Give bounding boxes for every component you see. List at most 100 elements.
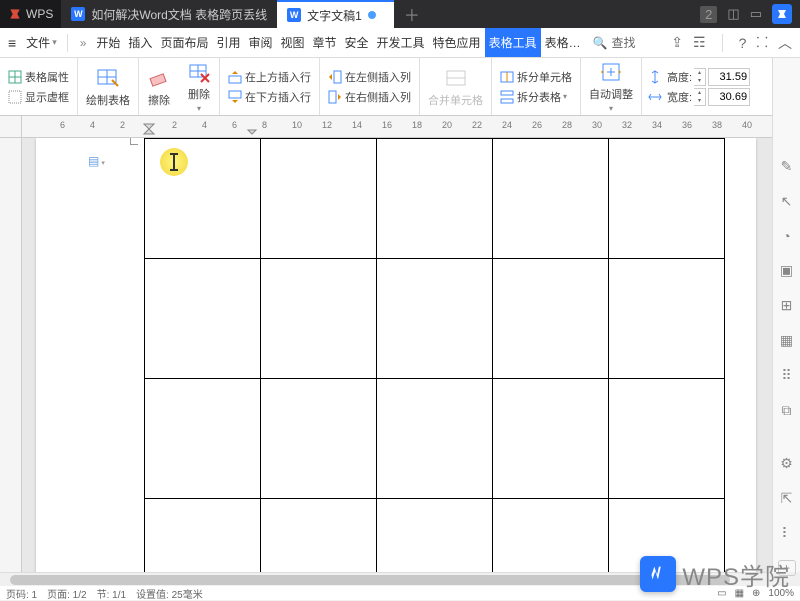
width-input[interactable] xyxy=(708,88,750,106)
share-icon[interactable]: ⇪ xyxy=(671,34,683,51)
table-cell[interactable] xyxy=(377,499,493,573)
spin-down-icon[interactable]: ▾ xyxy=(694,97,705,105)
document-table[interactable] xyxy=(144,138,725,572)
hamburger-icon[interactable]: ≡ xyxy=(0,35,22,51)
table-cell[interactable] xyxy=(377,379,493,499)
export-icon[interactable]: ⇱ xyxy=(778,490,796,507)
search-box[interactable]: 🔍 查找 xyxy=(593,34,636,51)
clipboard-tool-icon[interactable]: ▣ xyxy=(778,262,796,279)
tab-insert[interactable]: 插入 xyxy=(124,28,156,57)
label: 自动调整 xyxy=(589,86,633,102)
table-cell[interactable] xyxy=(377,139,493,259)
spin-up-icon[interactable]: ▴ xyxy=(694,69,705,77)
table-cell[interactable] xyxy=(493,139,609,259)
table-row[interactable] xyxy=(145,499,725,573)
link-tool-icon[interactable]: ⧉ xyxy=(778,402,796,419)
table-cell[interactable] xyxy=(261,379,377,499)
table-row[interactable] xyxy=(145,139,725,259)
horizontal-ruler[interactable]: 6 4 2 2 4 6 8 10 12 14 16 18 20 22 24 26… xyxy=(0,116,800,138)
wps-app-logo[interactable]: WPS xyxy=(0,0,61,28)
insert-row-below-button[interactable]: 在下方插入行 xyxy=(226,88,313,106)
table-properties-button[interactable]: 表格属性 xyxy=(6,68,71,86)
table-cell[interactable] xyxy=(261,499,377,573)
delete-button[interactable]: 删除▾ xyxy=(179,58,220,115)
indent-marker-icon[interactable] xyxy=(143,116,155,138)
status-pagenum[interactable]: 页面: 1/2 xyxy=(47,586,86,601)
tab-section[interactable]: 章节 xyxy=(309,28,341,57)
autofit-button[interactable]: 自动调整▾ xyxy=(581,58,642,115)
tab-dev[interactable]: 开发工具 xyxy=(373,28,429,57)
eraser-button[interactable]: 擦除 xyxy=(139,58,179,115)
status-section[interactable]: 节: 1/1 xyxy=(97,586,126,601)
tab-review[interactable]: 审阅 xyxy=(244,28,276,57)
spin-up-icon[interactable]: ▴ xyxy=(694,89,705,97)
tab-layout[interactable]: 页面布局 xyxy=(156,28,212,57)
insert-row-above-button[interactable]: 在上方插入行 xyxy=(226,68,313,86)
tab-table-tools[interactable]: 表格工具 xyxy=(485,28,541,57)
file-menu[interactable]: 文件▾ xyxy=(22,34,61,51)
table-cell[interactable] xyxy=(377,259,493,379)
insert-col-right-button[interactable]: 在右侧插入列 xyxy=(326,88,413,106)
width-spinner[interactable]: ▴▾ xyxy=(694,88,706,106)
table-cell[interactable] xyxy=(493,499,609,573)
new-tab-button[interactable]: ＋ xyxy=(394,2,430,26)
table-cell[interactable] xyxy=(493,379,609,499)
table-cell[interactable] xyxy=(145,259,261,379)
tab-security[interactable]: 安全 xyxy=(341,28,373,57)
page[interactable]: ▤▾ xyxy=(36,138,756,572)
tab-table-more[interactable]: 表格… xyxy=(541,28,585,57)
tab-view[interactable]: 视图 xyxy=(276,28,308,57)
help-icon[interactable]: ? xyxy=(739,35,747,51)
split-cells-button[interactable]: 拆分单元格 xyxy=(498,68,574,86)
settings-icon[interactable]: ▭ xyxy=(750,6,762,22)
table-cell[interactable] xyxy=(609,259,725,379)
doc-icon: W xyxy=(287,8,301,22)
height-spinner[interactable]: ▴▾ xyxy=(694,68,706,86)
grid-tool-icon[interactable]: ▦ xyxy=(778,332,796,349)
ruler-tick: 32 xyxy=(622,120,632,130)
tab-doc1[interactable]: W 如何解决Word文档 表格跨页丢线 xyxy=(61,0,277,28)
table-cell[interactable] xyxy=(609,139,725,259)
spin-down-icon[interactable]: ▾ xyxy=(694,77,705,85)
tab-count-badge[interactable]: 2 xyxy=(700,6,717,23)
more-tools-icon[interactable]: ⠇ xyxy=(778,525,796,542)
collapse-ribbon-icon[interactable]: ︿ xyxy=(778,33,792,53)
table-cell[interactable] xyxy=(261,139,377,259)
tab-doc2[interactable]: W 文字文稿1 xyxy=(277,0,394,28)
tab-ref[interactable]: 引用 xyxy=(212,28,244,57)
options-icon[interactable]: ⸬ xyxy=(756,33,768,52)
shape-tool-icon[interactable]: ◔ xyxy=(778,228,796,244)
tab-special[interactable]: 特色应用 xyxy=(429,28,485,57)
layout-tool-icon[interactable]: ⊞ xyxy=(778,297,796,314)
table-row[interactable] xyxy=(145,259,725,379)
split-table-button[interactable]: 拆分表格▾ xyxy=(498,88,574,106)
wps-account-icon[interactable] xyxy=(772,4,792,24)
feedback-icon[interactable]: ⚙ xyxy=(778,455,796,472)
label: 合并单元格 xyxy=(428,92,483,108)
document-canvas[interactable]: ▤▾ xyxy=(0,138,772,572)
tab-start[interactable]: 开始 xyxy=(92,28,124,57)
wps-logo-icon xyxy=(640,556,676,592)
table-row[interactable] xyxy=(145,379,725,499)
vertical-ruler[interactable] xyxy=(0,138,22,572)
cube-icon[interactable]: ◫ xyxy=(727,6,739,22)
table-cell[interactable] xyxy=(261,259,377,379)
tab-marker-icon[interactable] xyxy=(247,116,257,138)
grid-icon xyxy=(8,90,22,104)
table-cell[interactable] xyxy=(145,379,261,499)
components-tool-icon[interactable]: ⠿ xyxy=(778,367,796,384)
draw-table-button[interactable]: 绘制表格 xyxy=(78,58,139,115)
more-icon[interactable]: » xyxy=(74,36,93,50)
table-cell[interactable] xyxy=(609,379,725,499)
select-tool-icon[interactable]: ↖ xyxy=(778,193,796,210)
table-cell[interactable] xyxy=(493,259,609,379)
show-gridlines-button[interactable]: 显示虚框 xyxy=(6,88,71,106)
save-icon[interactable]: ☶ xyxy=(693,34,706,51)
table-cell[interactable] xyxy=(145,499,261,573)
scrollbar-thumb[interactable] xyxy=(10,575,730,585)
insert-col-left-button[interactable]: 在左侧插入列 xyxy=(326,68,413,86)
outline-toggle-button[interactable]: ▤▾ xyxy=(88,154,102,168)
status-page[interactable]: 页码: 1 xyxy=(6,586,37,601)
height-input[interactable] xyxy=(708,68,750,86)
pencil-tool-icon[interactable]: ✎ xyxy=(778,158,796,175)
